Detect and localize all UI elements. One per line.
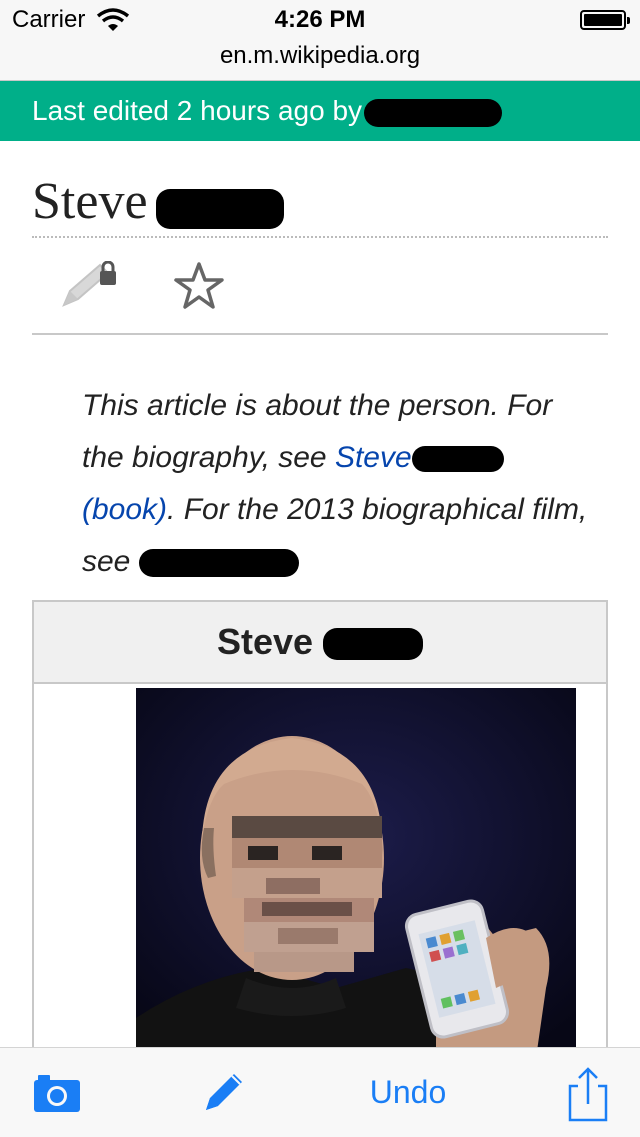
hatnote: This article is about the person. For th…	[82, 380, 602, 588]
redacted-link-text	[411, 446, 504, 473]
infobox-title: Steve	[34, 602, 606, 684]
pencil-lock-icon[interactable]	[60, 261, 120, 311]
redacted-title	[155, 188, 284, 229]
undo-button[interactable]: Undo	[346, 1070, 470, 1114]
last-edited-text: Last edited 2 hours ago by	[32, 95, 363, 126]
clock: 4:26 PM	[274, 6, 366, 33]
redacted-infobox-title	[323, 628, 424, 661]
infobox-title-text: Steve	[216, 621, 314, 662]
portrait-illustration	[136, 688, 576, 1058]
camera-icon[interactable]	[32, 1072, 82, 1114]
pencil-icon[interactable]	[202, 1070, 246, 1114]
last-edited-banner[interactable]: Last edited 2 hours ago by	[0, 81, 640, 141]
portrait-image[interactable]	[136, 688, 576, 1058]
redacted-username	[364, 98, 503, 127]
redacted-film-title	[138, 549, 299, 578]
page-title-row: Steve	[32, 172, 608, 238]
battery-icon	[580, 10, 630, 30]
page-title: Steve	[32, 173, 148, 230]
star-icon[interactable]	[174, 261, 224, 311]
page-actions	[32, 237, 608, 335]
url-bar[interactable]: en.m.wikipedia.org	[0, 42, 640, 70]
bottom-toolbar: Undo	[0, 1047, 640, 1137]
infobox: Steve	[32, 600, 608, 1060]
hatnote-link-2[interactable]: (book)	[82, 493, 167, 526]
share-icon[interactable]	[566, 1066, 610, 1122]
status-bar: Carrier 4:26 PM en.m.wikipedia.org	[0, 0, 640, 81]
hatnote-link-1[interactable]: Steve	[335, 441, 412, 474]
